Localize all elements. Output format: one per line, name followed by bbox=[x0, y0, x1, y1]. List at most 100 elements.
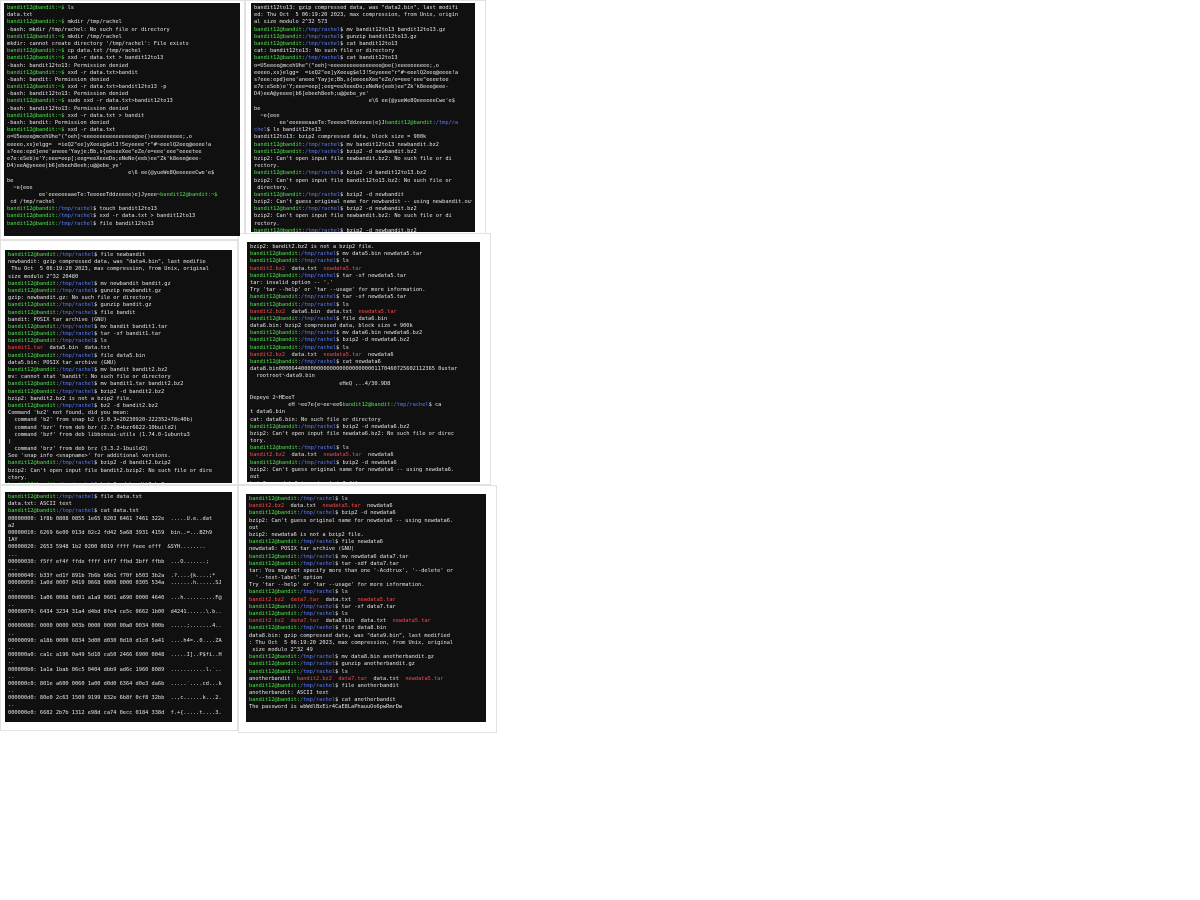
terminal-line: bandit12@bandit:/tmp/rachel$ cat bandit1… bbox=[254, 41, 472, 48]
archive-filename: newdata5.tar bbox=[357, 596, 396, 603]
terminal-line: bandit12@bandit:/tmp/rachel$ ls bbox=[250, 445, 477, 452]
prompt-path: /tmp/rachel bbox=[301, 251, 337, 258]
terminal-line: bandit12@bandit:/tmp/rachel$ file anothe… bbox=[249, 683, 483, 690]
output-text: 00000090: a18b 0000 6834 3d00 d030 0d10 … bbox=[8, 637, 222, 644]
archive-filename: newdata5.tar bbox=[358, 308, 397, 315]
terminal-line: 1AY bbox=[8, 537, 229, 544]
prompt-path: /tmp/rachel bbox=[300, 539, 336, 546]
output-text: e7e:eSeb)e'Y;eee=eep[;eeg=eeXeeeDo;eNeNe… bbox=[7, 155, 202, 162]
output-text: xxd -r data.txt>bandit12to13 -p bbox=[67, 84, 167, 91]
terminal-5[interactable]: bandit12@bandit:/tmp/rachel$ file data.t… bbox=[5, 492, 232, 722]
output-text: e7e:eSeb)e'Y;eee=eep[;eeg=eeXeeeDo;eNeNe… bbox=[254, 84, 449, 91]
terminal-line: ee'eeeeeeaaeTe:TeeeeeTddzeeee)e}Jyeee~ba… bbox=[7, 192, 237, 199]
output-text: command 'b2' from snap b2 (3.0.3+2023092… bbox=[8, 417, 193, 424]
prompt-user: bandit12@bandit: bbox=[249, 539, 301, 546]
terminal-line: bzip2: Can't guess original name for new… bbox=[254, 199, 472, 206]
terminal-line: command 'bzr' from deb bzr (2.7.0+bzr662… bbox=[8, 425, 229, 432]
prompt-user: bandit12@bandit: bbox=[250, 459, 302, 466]
terminal-line: Try 'tar --help' or 'tar --usage' for mo… bbox=[249, 582, 483, 589]
prompt-path: /tmp/rachel bbox=[59, 402, 95, 409]
terminal-line: bandit: POSIX tar archive (GNU) bbox=[8, 317, 229, 324]
terminal-4[interactable]: bzip2: bandit2.bz2 is not a bzip2 file. b… bbox=[247, 242, 480, 482]
prompt-user: bandit12@bandit: bbox=[254, 26, 306, 33]
prompt-user: bandit12@bandit: bbox=[250, 294, 302, 301]
prompt-path: /tmp/rachel bbox=[59, 460, 95, 467]
output-text: $ file anotherbandit bbox=[335, 682, 399, 689]
terminal-line: bandit12to13: gzip compressed data, was … bbox=[254, 5, 472, 12]
prompt-user: bandit12@bandit: bbox=[8, 482, 59, 483]
terminal-line: bandit12@bandit:/tmp/rachel$ bzip2 -d ba… bbox=[8, 460, 229, 467]
output-text: ) bbox=[8, 438, 12, 445]
output-text: -bash: bandit12to13: Permission denied bbox=[7, 62, 129, 69]
prompt-path: /tmp/rachel bbox=[300, 654, 336, 661]
terminal-line: bzip2: newdata6 is not a bzip2 file. bbox=[250, 481, 477, 482]
terminal-line: bandit12@bandit:~$ sudo xxd -r data.txt>… bbox=[7, 98, 237, 105]
prompt-user: bandit12@bandit: bbox=[250, 315, 302, 322]
terminal-line: bandit12@bandit:/tmp/rachel$ ls bbox=[8, 338, 229, 345]
terminal-line: a2 bbox=[8, 523, 229, 530]
output-text: The password is wbWdlBxEir4CaE8LaPhauuOo… bbox=[249, 704, 403, 711]
terminal-line: bandit12@bandit:/tmp/rachel$ file bandit… bbox=[7, 221, 237, 228]
terminal-6[interactable]: bandit12@bandit:/tmp/rachel$ ls bandit2.b… bbox=[246, 494, 486, 722]
terminal-line: bandit12@bandit:~$ xxd -r data.txt bbox=[7, 127, 237, 134]
output-text: $ bzip2 -d newdata6 bbox=[336, 459, 397, 466]
terminal-line: ee'eeeeeeaaeTe:TeeeeeTddzeeee)e}Jbandit1… bbox=[254, 120, 472, 127]
terminal-line: o=U5eeee@mcehUhe"("oeh]~eeeeeeeeeeeeeeee… bbox=[7, 134, 237, 141]
output-text: gzip: newbandit.gz: No such file or dire… bbox=[8, 295, 152, 302]
prompt-user: bandit12@bandit: bbox=[254, 206, 306, 213]
output-text: $ bzip2 -d newbandit.bz2 bbox=[340, 227, 417, 232]
prompt-user: bandit12@bandit: bbox=[8, 302, 60, 309]
archive-filename: data7.tar bbox=[338, 675, 368, 682]
output-text: bandit12to13: gzip compressed data, was … bbox=[254, 5, 459, 11]
output-text: .. bbox=[8, 630, 15, 637]
prompt-path: /tmp/rachel bbox=[59, 287, 95, 294]
terminal-line: .. bbox=[8, 674, 229, 681]
terminal-line: data8.bin0000644000000000000000000000001… bbox=[250, 366, 477, 373]
terminal-line: bzip2: Can't open input file bandit2.bzi… bbox=[8, 468, 229, 475]
terminal-line: bandit12@bandit:/tmp/rachel$ bzip2 -d ba… bbox=[8, 389, 229, 396]
output-text: $ xxd -r data.txt > bandit12to13 bbox=[93, 213, 196, 220]
prompt-user: bandit12@bandit: bbox=[250, 344, 302, 351]
terminal-line: bandit2.bz2 data6.bin data.txt newdata5.… bbox=[250, 309, 477, 316]
output-text: .. bbox=[8, 587, 15, 594]
output-text: xxd -r data.txt > bandit12to13 bbox=[67, 55, 164, 62]
output-text: size modulo 2^32 20480 bbox=[8, 273, 79, 280]
output-text: Command 'bz2' not found, did you mean: bbox=[8, 410, 130, 417]
terminal-1[interactable]: bandit12@bandit:~$ ls data.txt bandit12@ba… bbox=[4, 3, 240, 236]
prompt-user: bandit12@bandit: bbox=[249, 510, 301, 517]
terminal-line: -bash: bandit12to13: Permission denied bbox=[7, 91, 237, 98]
output-text: $ ls bbox=[336, 301, 349, 308]
prompt-path: /tmp/rachel bbox=[59, 381, 95, 388]
archive-filename: data7.tar bbox=[290, 596, 320, 603]
output-text: $ file newbandit bbox=[94, 252, 146, 258]
prompt-path: /tmp/rachel bbox=[59, 352, 95, 359]
terminal-2[interactable]: bandit12to13: gzip compressed data, was … bbox=[251, 3, 475, 232]
prompt-path: /tmp/rachel bbox=[59, 338, 95, 345]
archive-filename: newdata5.tar bbox=[323, 265, 362, 272]
terminal-line: bandit12@bandit:/tmp/rachel$ ls bbox=[250, 302, 477, 309]
prompt-path: /tmp/rachel bbox=[305, 227, 341, 232]
terminal-line: bandit12@bandit:~$ mkdir /tmp/rachel bbox=[7, 19, 237, 26]
output-text: 1AY bbox=[8, 537, 18, 544]
terminal-line: bandit12@bandit:/tmp/rachel$ file data8.… bbox=[249, 625, 483, 632]
prompt-user: bandit12@bandit: bbox=[8, 402, 60, 409]
terminal-3[interactable]: bandit12@bandit:/tmp/rachel$ file newban… bbox=[5, 250, 232, 483]
prompt-path: /tmp/rachel bbox=[59, 482, 94, 483]
terminal-line: be bbox=[254, 106, 472, 113]
output-text: ee'eeeeeeaaeTe:TeeeeeTddzeeee)e}J bbox=[254, 120, 385, 126]
terminal-line: bandit12@bandit:/tmp/rachel$ mv bandit12… bbox=[254, 27, 472, 34]
output-text: be bbox=[254, 105, 261, 112]
terminal-line: bandit1.tar data5.bin data.txt bbox=[8, 345, 229, 352]
output-text: -bash: bandit12to13: Permission denied bbox=[7, 91, 129, 98]
terminal-line: ~e{eee bbox=[254, 113, 472, 120]
output-text: e\6 ee{@yueWe8QeeeeeeCwe'e$ bbox=[254, 98, 455, 105]
prompt-path: /tmp/rachel bbox=[59, 494, 95, 500]
terminal-line: bandit12@bandit:/tmp/rachel$ bzip2 -d ne… bbox=[250, 460, 477, 467]
output-text: D4)eeA@yeeee|b6[ebeeh8eeh;u@@ebe_ye' bbox=[254, 91, 369, 98]
terminal-line: bandit12@bandit:/tmp/rachel$ mv bandit b… bbox=[8, 367, 229, 374]
output-text: newdata6 bbox=[360, 503, 393, 510]
prompt-path: /tmp/rachel bbox=[305, 40, 341, 47]
output-text: anotherbandit: ASCII text bbox=[249, 690, 329, 697]
prompt-user: bandit12@bandit: bbox=[249, 682, 301, 689]
